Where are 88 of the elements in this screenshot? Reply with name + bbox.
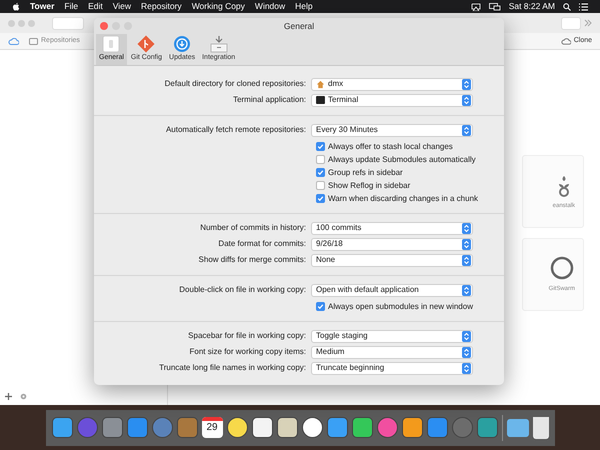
setting-label: Truncate long file names in working copy: [158,362,307,374]
popup-menu[interactable]: Truncate beginning [311,362,473,374]
popup-menu[interactable]: Open with default application [311,284,473,296]
popup-menu[interactable]: Medium [311,346,473,358]
checkbox-label: Always offer to stash local changes [328,140,453,152]
checkbox-label: Always update Submodules automatically [328,154,476,166]
stepper-arrows-icon [462,78,471,90]
stepper-arrows-icon [462,330,471,342]
popup-value: Open with default application [316,284,419,296]
stepper-arrows-icon [462,284,471,296]
stepper-arrows-icon [462,222,471,234]
stepper-arrows-icon [462,254,471,266]
stepper-arrows-icon [462,238,471,250]
download-circle-icon [173,35,192,53]
terminal-icon [316,96,325,104]
dock-app-icon[interactable] [302,417,322,438]
ring-icon [549,255,575,281]
menu-item[interactable]: Repository [141,0,182,13]
popup-value: Toggle staging [316,330,368,342]
close-button[interactable] [100,22,108,30]
checkbox[interactable] [316,302,325,311]
dock-app-icon[interactable] [352,417,372,438]
checkbox[interactable] [316,194,325,203]
app-menu[interactable]: Tower [30,0,54,13]
popup-value: Truncate beginning [316,362,384,374]
popup-value: Medium [316,346,344,358]
calendar-day: 29 [206,421,218,435]
trash-icon[interactable] [532,416,548,438]
cloud-icon [560,38,571,44]
stepper-arrows-icon [462,124,471,136]
menu-item[interactable]: Working Copy [192,0,245,13]
popup-value: 100 commits [316,222,362,234]
menu-item[interactable]: View [112,0,132,13]
display-icon[interactable] [488,2,501,10]
popup-value: dmx [328,78,344,90]
dock-app-icon[interactable] [252,417,272,438]
popup-menu[interactable]: 100 commits [311,222,473,234]
menu-item[interactable]: Edit [88,0,103,13]
menu-item[interactable]: Window [254,0,286,13]
menu-item[interactable]: File [64,0,78,13]
list-icon[interactable] [579,2,588,10]
popup-value: Every 30 Minutes [316,124,378,136]
popup-menu[interactable]: None [311,254,473,266]
setting-label: Date format for commits: [217,238,307,250]
folder-icon[interactable] [506,418,528,436]
setting-label: Double-click on file in working copy: [178,284,307,296]
stepper-arrows-icon [462,346,471,358]
checkbox-label: Warn when discarding changes in a chunk [328,192,478,204]
popup-menu[interactable]: Every 30 Minutes [311,124,473,136]
setting-label: Font size for working copy items: [188,346,307,358]
checkbox-label: Group refs in sidebar [328,166,403,178]
checkbox[interactable] [316,155,325,164]
checkbox-label: Always open submodules in new window [328,300,473,312]
setting-label: Terminal application: [232,94,307,106]
airplay-icon[interactable] [470,2,481,10]
menu-clock[interactable]: Sat 8:22 AM [508,0,555,13]
popup-menu[interactable]: dmx [311,78,473,90]
popup-value: Terminal [328,94,358,106]
plus-icon[interactable] [5,393,12,400]
stepper-arrows-icon [462,94,471,106]
checkbox[interactable] [316,181,325,190]
checkbox-label: Show Reflog in sidebar [328,180,410,192]
menu-item[interactable]: Help [295,0,313,13]
dock-app-icon[interactable] [226,417,248,438]
popup-value: None [316,254,336,266]
setting-label: Number of commits in history: [199,222,307,234]
checkbox[interactable] [316,142,325,151]
apple-logo-icon[interactable] [12,2,20,11]
setting-label: Show diffs for merge commits: [198,254,307,266]
setting-label: Automatically fetch remote repositories: [164,124,307,136]
popup-menu[interactable]: 9/26/18 [311,238,473,250]
overflow-chevron-icon[interactable] [584,19,592,27]
checkbox[interactable] [316,168,325,177]
dock-app-icon[interactable] [276,417,298,438]
popup-menu[interactable]: Toggle staging [311,330,473,342]
cloud-icon[interactable] [8,38,19,44]
stepper-arrows-icon [462,362,471,374]
switch-panel-icon [102,35,120,53]
calendar-app-icon[interactable]: 29 [202,417,222,438]
search-icon[interactable] [563,2,571,10]
tray-arrow-icon [208,35,229,53]
window-title: General [284,20,314,32]
setting-label: Default directory for cloned repositories: [164,78,307,90]
popup-value: 9/26/18 [316,238,343,250]
setting-label: Spacebar for file in working copy: [187,330,307,342]
popup-menu[interactable]: Terminal [311,94,473,106]
house-icon [316,80,325,88]
dock-app-icon[interactable] [402,417,422,438]
